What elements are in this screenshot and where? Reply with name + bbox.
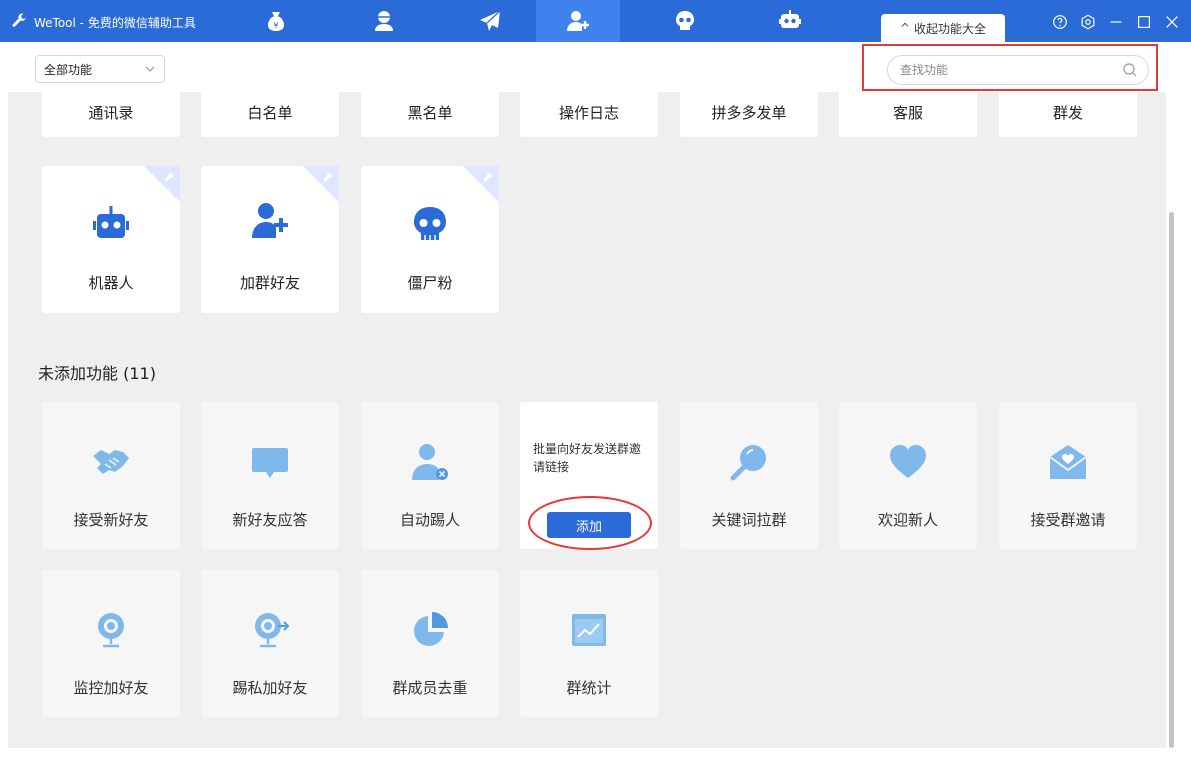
user-avatar-icon [375, 11, 393, 31]
feature-label: 欢迎新人 [877, 511, 938, 529]
feature-card-zombie-fans[interactable]: 僵尸粉 [361, 166, 499, 313]
line-chart-icon [569, 610, 609, 650]
feature-label: 白名单 [247, 104, 293, 122]
heart-icon [888, 442, 928, 482]
close-icon [1166, 16, 1178, 28]
pin-icon[interactable] [144, 166, 180, 202]
feature-label: 黑名单 [407, 104, 453, 122]
nav-tab-money[interactable]: ¥ [234, 0, 318, 42]
feature-card-blacklist[interactable]: 黑名单 [361, 92, 499, 137]
bottom-strip [0, 748, 1191, 770]
feature-label: 群成员去重 [392, 679, 468, 697]
minimize-button[interactable] [1103, 9, 1129, 35]
nav-tab-robot[interactable] [748, 0, 832, 42]
collapse-features-tab[interactable]: ^ 收起功能大全 [881, 14, 1005, 42]
svg-text:¥: ¥ [273, 21, 278, 30]
scrollbar[interactable] [1169, 212, 1174, 748]
feature-panel: 通讯录 白名单 黑名单 操作日志 拼多多发单 客服 群发 机器人 加群好友 僵尸… [8, 92, 1166, 748]
maximize-icon [1138, 16, 1150, 28]
feature-card-new-friend-reply[interactable]: 新好友应答 [201, 402, 339, 549]
app-title-text: WeTool - 免费的微信辅助工具 [34, 15, 196, 30]
help-icon [1053, 15, 1067, 29]
feature-card-auto-kick[interactable]: 自动踢人 [361, 402, 499, 549]
magnifier-icon [729, 442, 769, 482]
feature-label: 自动踢人 [399, 511, 460, 529]
feature-label: 加群好友 [239, 274, 300, 292]
money-bag-icon: ¥ [268, 12, 284, 31]
webcam-arrow-icon [250, 610, 290, 650]
feature-card-group-stats[interactable]: 群统计 [520, 570, 658, 717]
skull-icon [676, 11, 694, 30]
feature-card-welcome-newcomer[interactable]: 欢迎新人 [839, 402, 977, 549]
add-button-highlight-annotation [528, 496, 652, 550]
robot-icon [779, 10, 801, 28]
feature-label: 群发 [1052, 104, 1083, 122]
nav-tab-add-friend[interactable] [536, 0, 620, 42]
nav-tab-user[interactable] [342, 0, 426, 42]
feature-label: 机器人 [88, 274, 134, 292]
chevron-down-icon [145, 66, 155, 72]
maximize-button[interactable] [1131, 9, 1157, 35]
feature-label: 操作日志 [558, 104, 619, 122]
category-select[interactable]: 全部功能 [35, 55, 165, 83]
feature-label: 接受新好友 [73, 511, 149, 529]
feature-label: 群统计 [566, 679, 612, 697]
feature-card-accept-group-invite[interactable]: 接受群邀请 [999, 402, 1137, 549]
feature-card-customer-service[interactable]: 客服 [839, 92, 977, 137]
feature-label: 拼多多发单 [711, 104, 787, 122]
feature-label: 僵尸粉 [407, 274, 453, 292]
wrench-icon [12, 13, 27, 27]
chevron-up-icon: ^ [899, 21, 911, 35]
help-button[interactable] [1047, 9, 1073, 35]
app-title: WeTool - 免费的微信辅助工具 [10, 12, 196, 32]
feature-label: 通讯录 [88, 104, 134, 122]
feature-label: 客服 [892, 104, 923, 122]
feature-label: 接受群邀请 [1030, 511, 1106, 529]
section-title-not-added: 未添加功能 (11) [38, 364, 156, 383]
feature-label: 踢私加好友 [232, 679, 308, 697]
add-user-icon [250, 200, 290, 240]
chat-bubble-icon [250, 442, 290, 482]
feature-card-mass-send[interactable]: 群发 [999, 92, 1137, 137]
feature-card-monitor-add-friend[interactable]: 监控加好友 [42, 570, 180, 717]
feature-label: 新好友应答 [232, 511, 308, 529]
feature-card-contacts[interactable]: 通讯录 [42, 92, 180, 137]
envelope-heart-icon [1048, 442, 1088, 482]
feature-card-robot[interactable]: 机器人 [42, 166, 180, 313]
feature-card-keyword-group[interactable]: 关键词拉群 [680, 402, 818, 549]
window-controls [1045, 8, 1185, 36]
feature-card-group-dedupe[interactable]: 群成员去重 [361, 570, 499, 717]
remove-user-icon [410, 442, 450, 482]
handshake-icon [91, 442, 131, 482]
nav-tab-send[interactable] [448, 0, 532, 42]
feature-label: 关键词拉群 [711, 511, 787, 529]
feature-card-add-group-friend[interactable]: 加群好友 [201, 166, 339, 313]
feature-description: 批量向好友发送群邀请链接 [533, 442, 642, 474]
close-button[interactable] [1159, 9, 1185, 35]
pie-chart-icon [410, 610, 450, 650]
settings-button[interactable] [1075, 9, 1101, 35]
search-highlight-annotation [862, 44, 1158, 91]
collapse-tab-label: 收起功能大全 [914, 21, 987, 36]
feature-card-whitelist[interactable]: 白名单 [201, 92, 339, 137]
feature-card-kick-private-add[interactable]: 踢私加好友 [201, 570, 339, 717]
webcam-icon [91, 610, 131, 650]
feature-card-pdd-order[interactable]: 拼多多发单 [680, 92, 818, 137]
skull-icon [410, 204, 450, 244]
pin-icon[interactable] [463, 166, 499, 202]
robot-icon [91, 204, 131, 244]
feature-card-accept-friend[interactable]: 接受新好友 [42, 402, 180, 549]
feature-card-operation-log[interactable]: 操作日志 [520, 92, 658, 137]
settings-icon [1081, 14, 1095, 30]
minimize-icon [1110, 21, 1122, 23]
title-bar: WeTool - 免费的微信辅助工具 ¥ ^ 收起功能大全 [0, 0, 1191, 42]
nav-tab-zombie[interactable] [643, 0, 727, 42]
pin-icon[interactable] [303, 166, 339, 202]
feature-label: 监控加好友 [73, 679, 149, 697]
paper-plane-icon [480, 10, 501, 31]
add-user-icon [567, 11, 589, 31]
category-select-value: 全部功能 [44, 62, 93, 77]
